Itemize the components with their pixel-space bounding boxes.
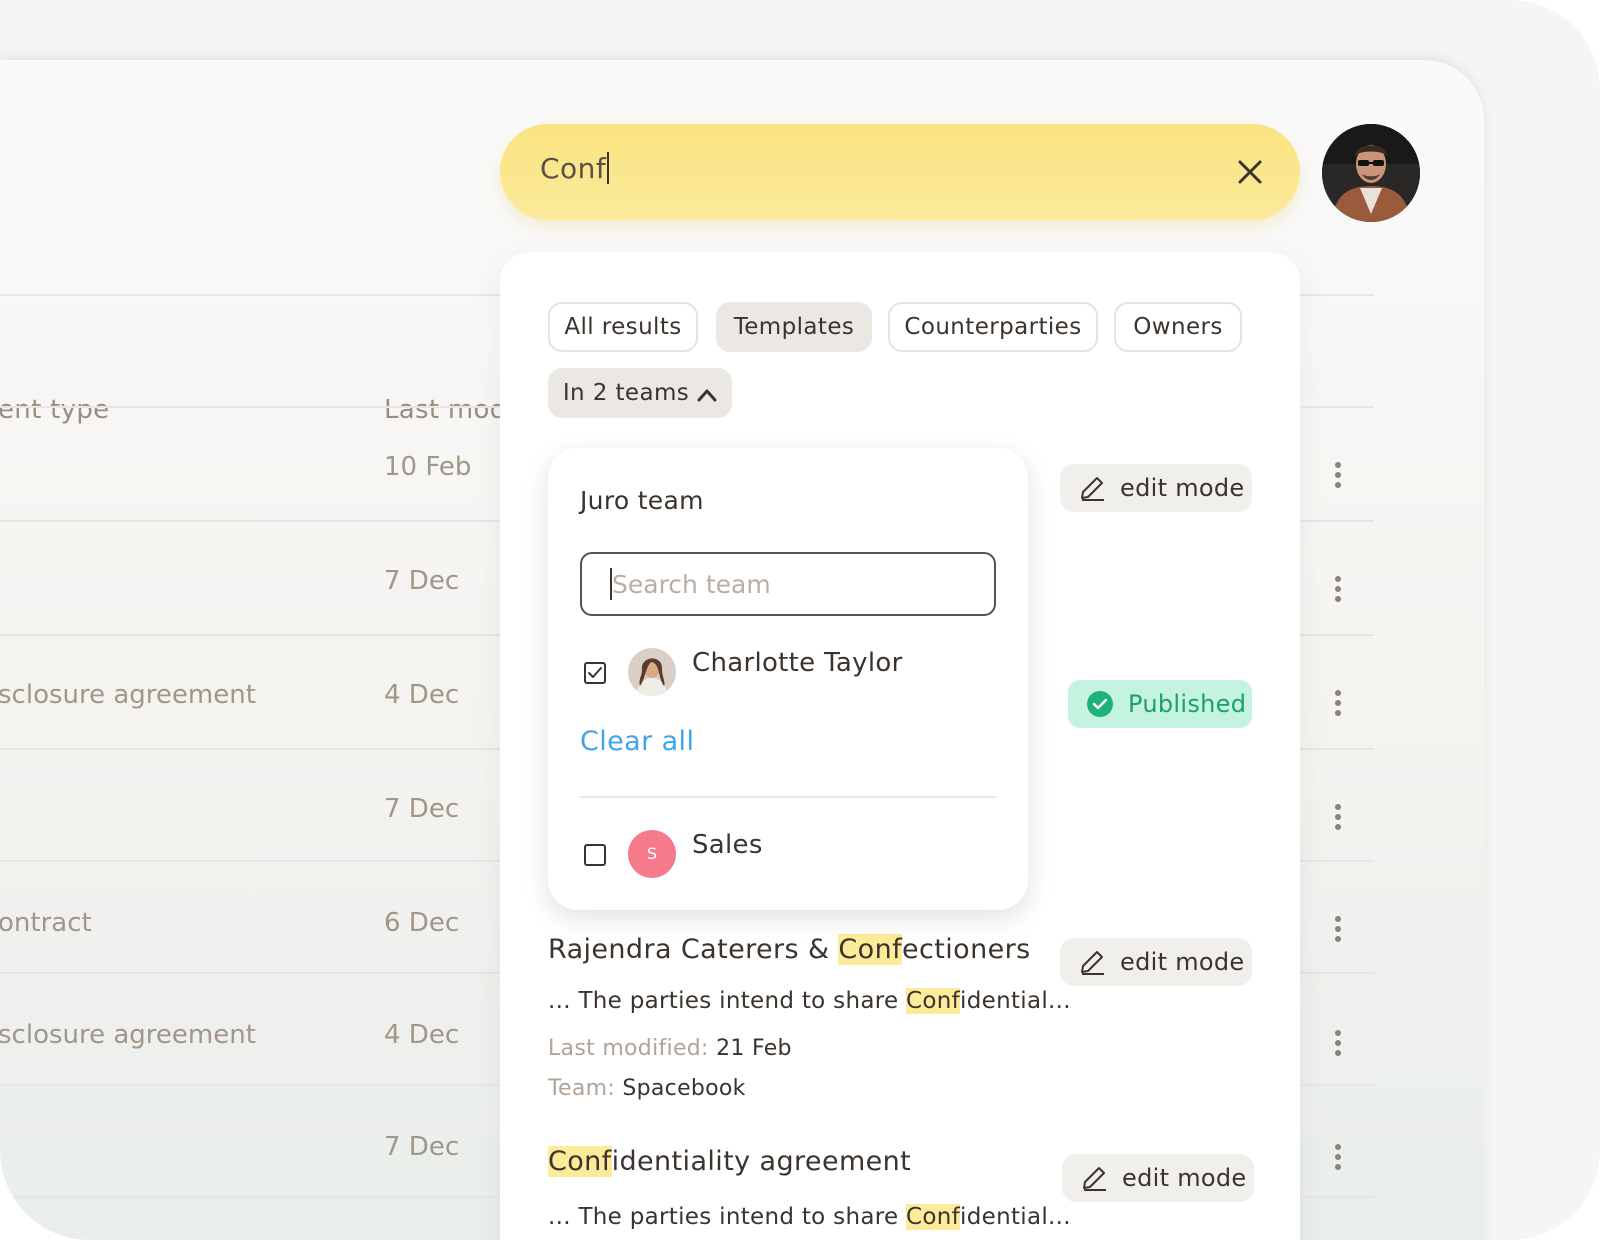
result-title-confidentiality[interactable]: Confidentiality agreement [548,1146,911,1177]
more-vertical-icon[interactable] [1335,1030,1341,1056]
cell-last-modified: 4 Dec [384,680,460,710]
cell-document-type: sclosure agreement [0,1020,256,1050]
result-snippet: ... The parties intend to share Confiden… [548,1204,1071,1230]
column-header-last-modified[interactable]: Last mod [384,395,507,425]
column-header-type[interactable]: ent type [0,395,109,425]
filter-chip-counterparties[interactable]: Counterparties [888,302,1098,352]
edit-mode-label: edit mode [1120,474,1245,502]
more-vertical-icon[interactable] [1335,1144,1341,1170]
chevron-up-icon [697,389,717,402]
edit-mode-button[interactable]: edit mode [1062,1154,1254,1202]
checkbox-checked-icon[interactable] [584,662,606,684]
search-query: Conf [540,152,607,185]
edit-mode-button[interactable]: edit mode [1060,938,1252,986]
filter-chip-all-results[interactable]: All results [548,302,698,352]
edit-mode-button[interactable]: edit mode [1060,464,1252,512]
cell-last-modified: 7 Dec [384,1132,460,1162]
team-member-name: Sales [692,830,763,860]
team-search-input[interactable] [580,552,996,616]
avatar: S [628,830,676,878]
cell-last-modified: 4 Dec [384,1020,460,1050]
cell-document-type: sclosure agreement [0,680,256,710]
more-vertical-icon[interactable] [1335,804,1341,830]
text-caret [607,152,610,184]
snippet-text: idential... [960,1204,1071,1230]
divider [580,796,996,798]
cell-document-type: ontract [0,908,92,938]
edit-mode-label: edit mode [1120,948,1245,976]
user-avatar[interactable] [1322,124,1420,222]
cell-last-modified: 10 Feb [384,452,472,482]
team-filter-dropdown: Juro team Charlotte Taylor Clear all S [548,448,1028,910]
team-member-name: Charlotte Taylor [692,648,903,678]
title-highlight: Conf [838,934,902,965]
pencil-icon [1081,951,1104,975]
avatar [628,648,676,696]
title-highlight: Conf [548,1146,612,1177]
result-last-modified: Last modified: 21 Feb [548,1036,792,1061]
cell-last-modified: 6 Dec [384,908,460,938]
global-search-bar[interactable]: Conf [500,124,1300,220]
pencil-icon [1081,477,1104,501]
meta-value: Spacebook [622,1076,746,1101]
published-label: Published [1128,690,1247,718]
text-caret [610,568,612,600]
title-text: identiality agreement [611,1146,912,1177]
filter-chip-templates[interactable]: Templates [716,302,872,352]
teams-chip-label: In 2 teams [562,380,690,406]
screen-frame: ent type Last mod 10 Feb 7 Dec sclosure … [0,0,1600,1240]
more-vertical-icon[interactable] [1335,462,1341,488]
dropdown-title: Juro team [580,486,704,515]
checkbox[interactable] [584,844,606,866]
more-vertical-icon[interactable] [1335,690,1341,716]
more-vertical-icon[interactable] [1335,576,1341,602]
pencil-icon [1083,1167,1106,1191]
more-vertical-icon[interactable] [1335,916,1341,942]
cell-last-modified: 7 Dec [384,566,460,596]
snippet-text: idential... [960,988,1071,1014]
cell-last-modified: 7 Dec [384,794,460,824]
close-icon[interactable] [1232,154,1268,190]
snippet-highlight: Conf [906,988,961,1014]
snippet-text: ... The parties intend to share [548,988,907,1014]
filter-chip-owners[interactable]: Owners [1114,302,1242,352]
snippet-highlight: Conf [906,1204,961,1230]
title-text: ectioners [902,934,1031,965]
clear-all-link[interactable]: Clear all [580,726,694,757]
result-team: Team: Spacebook [548,1076,746,1101]
title-text: Rajendra Caterers & [548,934,839,965]
meta-label: Last modified: [548,1036,709,1061]
status-badge-published: Published [1068,680,1252,728]
filter-chip-teams[interactable]: In 2 teams [548,368,732,418]
check-circle-icon [1087,691,1113,717]
search-input[interactable]: Conf [540,152,610,185]
edit-mode-label: edit mode [1122,1164,1247,1192]
snippet-text: ... The parties intend to share [548,1204,907,1230]
meta-value: 21 Feb [716,1036,792,1061]
result-title-rajendra[interactable]: Rajendra Caterers & Confectioners [548,934,1031,965]
result-snippet: ... The parties intend to share Confiden… [548,988,1071,1014]
meta-label: Team: [548,1076,616,1101]
